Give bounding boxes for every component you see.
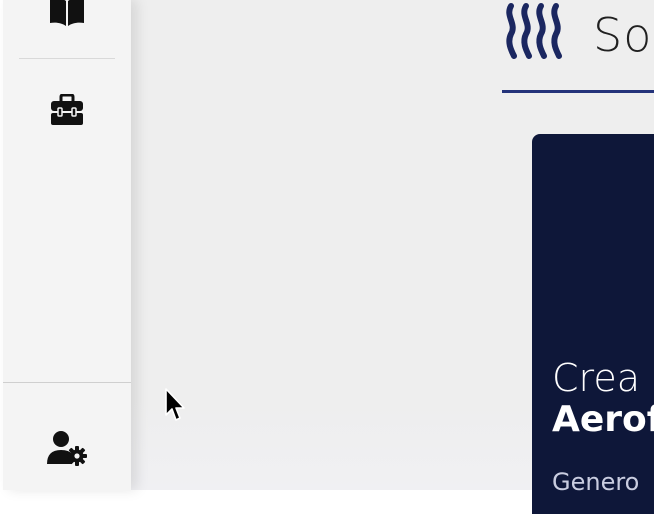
user-settings-icon[interactable] [47,430,87,470]
book-icon[interactable] [49,0,85,32]
hero-heading-line2: Aerof [552,399,654,440]
main-content: So Crea Aerof Genero [131,0,654,514]
steam-heat-icon[interactable] [502,0,572,68]
mouse-cursor-icon [165,388,189,428]
hero-subtext: Genero [552,468,640,496]
sidebar [3,0,131,490]
hero-card: Crea Aerof Genero [532,134,654,514]
sidebar-bottom-divider [3,382,131,383]
sidebar-divider [19,58,115,59]
toolbox-icon[interactable] [50,93,84,130]
brand-name[interactable]: So [593,8,652,62]
header-underline [502,90,654,93]
hero-heading-line1: Crea [552,356,640,400]
